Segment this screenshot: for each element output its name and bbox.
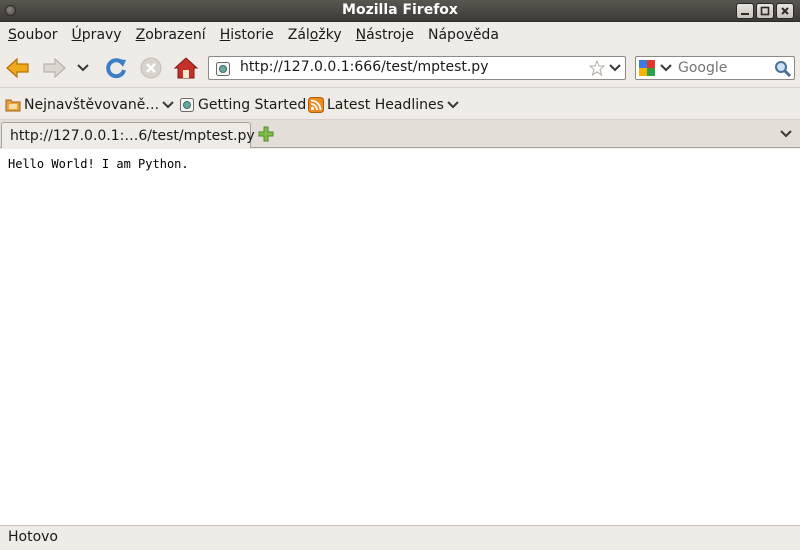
tab-list-chevron-icon[interactable] <box>780 130 792 138</box>
status-bar: Hotovo <box>0 525 800 550</box>
history-dropdown-button[interactable] <box>74 54 92 82</box>
bookmark-label: Nejnavštěvovaně… <box>24 97 160 113</box>
menu-zalozky[interactable]: Záložky <box>281 22 349 48</box>
reload-button[interactable] <box>102 54 130 82</box>
status-text: Hotovo <box>8 529 58 545</box>
bookmark-label: Latest Headlines <box>327 97 444 113</box>
menu-napoveda[interactable]: Nápověda <box>421 22 506 48</box>
chevron-down-icon <box>162 101 175 109</box>
search-input[interactable] <box>678 59 774 77</box>
forward-button[interactable] <box>40 54 68 82</box>
search-box <box>635 56 795 80</box>
url-dropdown-icon[interactable] <box>609 64 621 72</box>
window-title: Mozilla Firefox <box>342 2 458 18</box>
stop-button[interactable] <box>137 54 165 82</box>
chevron-down-icon <box>660 64 672 72</box>
bookmark-most-visited[interactable]: Nejnavštěvovaně… <box>5 95 177 115</box>
home-button[interactable] <box>172 54 200 82</box>
google-logo-icon <box>639 60 655 76</box>
tab-active[interactable]: http://127.0.0.1:…6/test/mptest.py <box>1 122 255 148</box>
chevron-down-icon <box>447 101 459 109</box>
bookmark-latest-headlines[interactable]: Latest Headlines <box>308 95 462 115</box>
menu-historie[interactable]: Historie <box>213 22 281 48</box>
menu-zobrazeni[interactable]: Zobrazení <box>129 22 213 48</box>
title-bar: Mozilla Firefox <box>0 0 800 22</box>
search-icon[interactable] <box>774 60 792 78</box>
close-icon <box>781 7 789 15</box>
maximize-icon <box>760 6 770 16</box>
forward-arrow-icon <box>43 57 66 79</box>
back-button[interactable] <box>4 54 32 82</box>
chevron-down-icon <box>77 64 89 72</box>
folder-icon <box>5 99 21 112</box>
bookmarks-toolbar: Nejnavštěvovaně… Getting Started Latest … <box>0 89 800 120</box>
rss-icon <box>308 97 324 113</box>
bookmark-label: Getting Started <box>198 97 307 113</box>
menu-upravy[interactable]: Úpravy <box>65 22 129 48</box>
minimize-button[interactable] <box>736 3 754 19</box>
page-content: Hello World! I am Python. <box>0 149 800 525</box>
reload-icon <box>106 58 126 79</box>
bookmark-star-icon[interactable] <box>589 60 605 76</box>
menu-soubor[interactable]: Soubor <box>1 22 65 48</box>
menu-nastroje[interactable]: Nástroje <box>349 22 421 48</box>
tab-strip: http://127.0.0.1:…6/test/mptest.py <box>0 120 800 148</box>
menu-bar: Soubor Úpravy Zobrazení Historie Záložky… <box>0 22 800 48</box>
maximize-button[interactable] <box>756 3 774 19</box>
search-engine-selector[interactable] <box>638 59 674 77</box>
home-icon <box>173 57 199 79</box>
back-arrow-icon <box>6 57 29 79</box>
tab-label: http://127.0.0.1:…6/test/mptest.py <box>10 127 255 144</box>
address-bar[interactable]: http://127.0.0.1:666/test/mptest.py <box>208 56 626 80</box>
close-button[interactable] <box>776 3 794 19</box>
page-favicon-icon <box>216 62 230 76</box>
new-tab-plus-icon[interactable] <box>257 125 275 143</box>
url-text[interactable]: http://127.0.0.1:666/test/mptest.py <box>240 59 488 75</box>
minimize-icon <box>741 13 749 15</box>
page-text: Hello World! I am Python. <box>8 157 189 171</box>
stop-icon <box>140 57 162 79</box>
bookmark-getting-started[interactable]: Getting Started <box>179 95 306 115</box>
page-icon <box>180 98 194 112</box>
